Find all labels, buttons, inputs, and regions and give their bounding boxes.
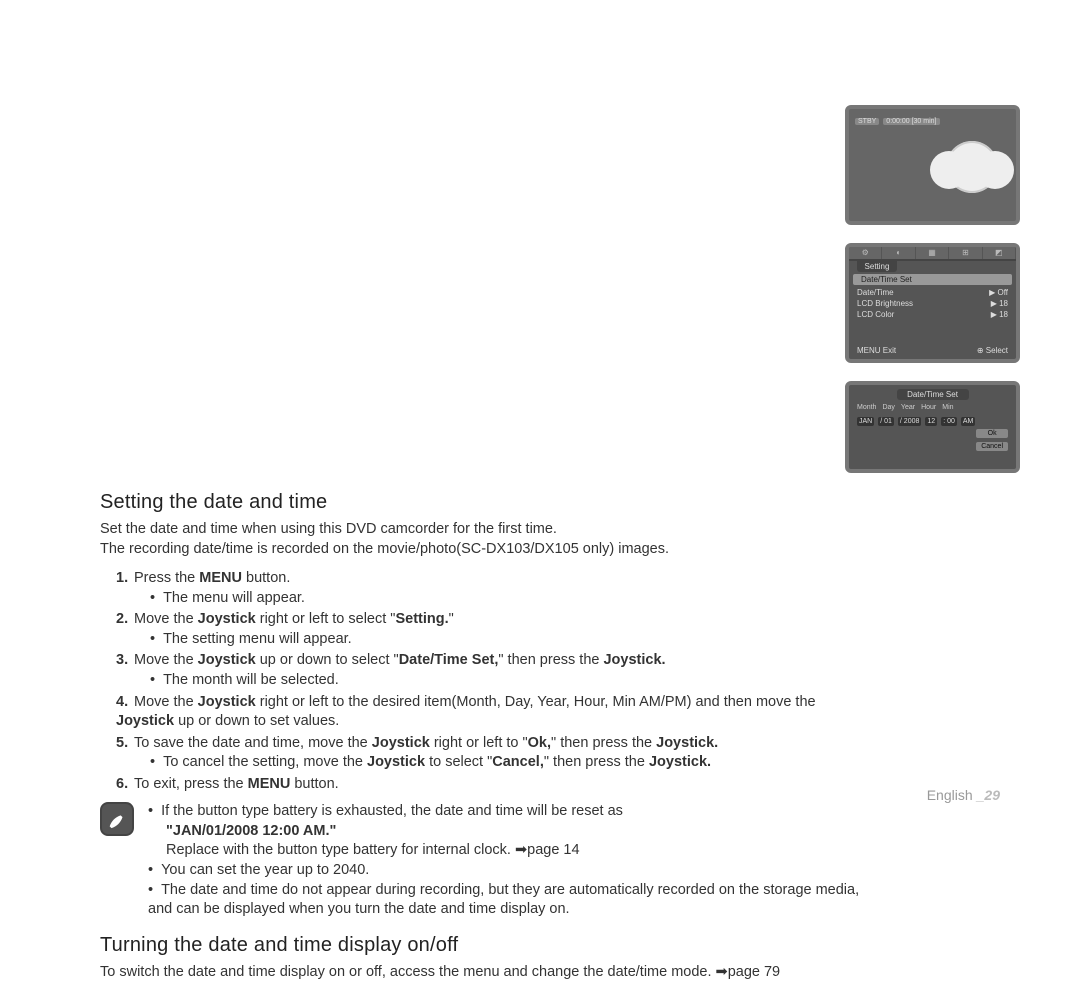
step-4: 4.Move the Joystick right or left to the… [116,693,860,732]
footer-language: English [927,787,973,803]
datetime-dialog-title: Date/Time Set [897,389,969,400]
instruction-list: 1.Press the MENU button. The menu will a… [116,569,860,794]
section2-body: To switch the date and time display on o… [100,963,860,983]
flower-image [946,141,998,193]
note-icon [100,802,134,836]
intro-line-2: The recording date/time is recorded on t… [100,540,860,560]
lcd-datetime-set: Date/Time Set Month Day Year Hour Min JA… [845,381,1020,473]
footer-page-number: _29 [977,787,1000,803]
time-remaining: 0:00:00 [30 min] [883,118,939,125]
step-5: 5.To save the date and time, move the Jo… [116,734,860,773]
step-2: 2.Move the Joystick right or left to sel… [116,610,860,649]
stby-indicator: STBY [855,118,879,125]
section-heading-setting: Setting the date and time [100,491,860,514]
step-3: 3.Move the Joystick up or down to select… [116,651,860,690]
lcd-settings-menu: ⚙◐▦⊞◩ Setting Date/Time Set Date/Time▶ O… [845,243,1020,363]
menu-item-datetime-set: Date/Time Set [861,275,912,284]
manual-text-column: Setting the date and time Set the date a… [100,491,860,992]
step-1: 1.Press the MENU button. The menu will a… [116,569,860,608]
intro-line-1: Set the date and time when using this DV… [100,520,860,540]
page-footer: English_29 [927,787,1000,803]
default-datetime: "JAN/01/2008 12:00 AM." [166,822,860,842]
cancel-button: Cancel [976,442,1008,451]
ok-button: Ok [976,429,1008,438]
section-heading-display: Turning the date and time display on/off [100,934,860,957]
lcd-preview-standby: STBY 0:00:00 [30 min] [845,105,1020,225]
menu-tab-label: Setting [857,261,897,272]
step-6: 6.To exit, press the MENU button. [116,775,860,795]
note-block: If the button type battery is exhausted,… [100,802,860,919]
lcd-screenshots-column: STBY 0:00:00 [30 min] ⚙◐▦⊞◩ Setting Date… [845,105,1020,491]
